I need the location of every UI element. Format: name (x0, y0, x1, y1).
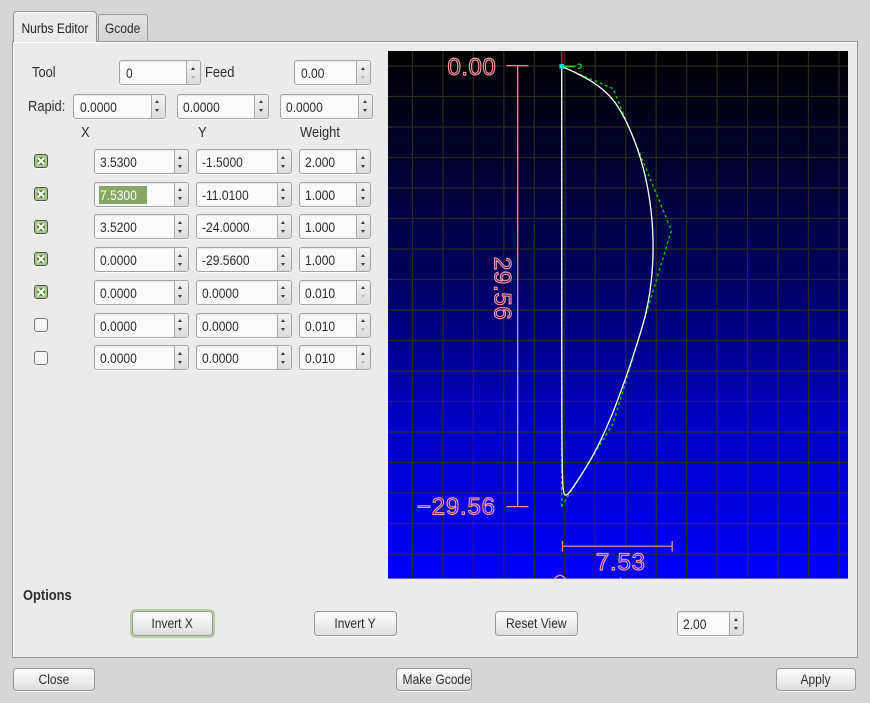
svg-text:−29.56: −29.56 (417, 494, 496, 521)
svg-text:7.53: 7.53 (596, 549, 646, 576)
svg-text:29.56: 29.56 (488, 257, 515, 321)
svg-text:0.00: 0.00 (447, 54, 496, 81)
